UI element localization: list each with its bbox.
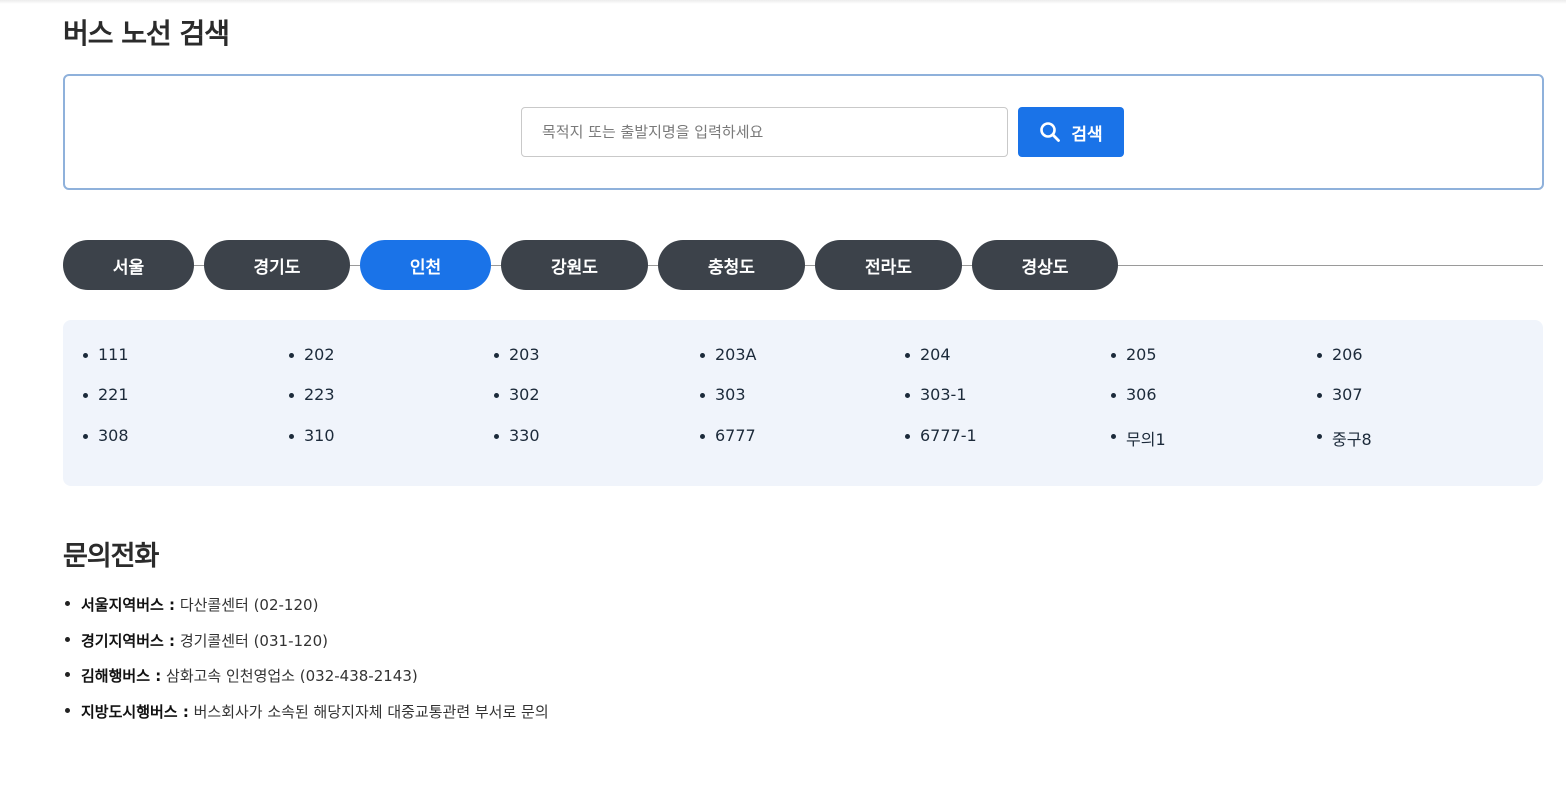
route-item[interactable]: 221 xyxy=(83,385,129,404)
header-divider xyxy=(0,0,1566,4)
route-item[interactable]: 330 xyxy=(494,426,540,445)
tab-incheon[interactable]: 인천 xyxy=(360,240,491,290)
route-item[interactable]: 무의1 xyxy=(1111,426,1166,450)
tab-label: 경기도 xyxy=(253,257,301,278)
route-item[interactable]: 302 xyxy=(494,385,540,404)
contact-label: 경기지역버스 : xyxy=(81,632,176,650)
route-item[interactable]: 308 xyxy=(83,426,129,445)
route-item[interactable]: 중구8 xyxy=(1317,426,1372,450)
contact-value: 다산콜센터 (02-120) xyxy=(179,596,319,614)
route-item[interactable]: 111 xyxy=(83,345,129,364)
contact-value: 삼화고속 인천영업소 (032-438-2143) xyxy=(166,667,418,685)
tab-label: 강원도 xyxy=(551,257,598,278)
search-button[interactable]: 검색 xyxy=(1018,107,1124,157)
tab-gyeonggi[interactable]: 경기도 xyxy=(204,240,350,290)
route-item[interactable]: 6777 xyxy=(700,426,756,445)
route-item[interactable]: 303 xyxy=(700,385,746,404)
route-item[interactable]: 203 xyxy=(494,345,540,364)
contact-title: 문의전화 xyxy=(63,541,159,572)
tab-label: 경상도 xyxy=(1021,257,1069,278)
route-item[interactable]: 310 xyxy=(289,426,335,445)
search-icon xyxy=(1039,121,1061,143)
contact-item: 김해행버스 : 삼화고속 인천영업소 (032-438-2143) xyxy=(65,665,418,686)
routes-panel: 111 202 203 203A 204 205 206 221 223 302… xyxy=(63,320,1543,486)
tab-label: 충청도 xyxy=(708,257,755,278)
contact-item: 서울지역버스 : 다산콜센터 (02-120) xyxy=(64,594,319,615)
route-item[interactable]: 205 xyxy=(1111,345,1157,364)
contact-value: 경기콜센터 (031-120) xyxy=(179,632,328,650)
contact-item: 지방도시행버스 : 버스회사가 소속된 해당지자체 대중교통관련 부서로 문의 xyxy=(65,701,549,722)
route-item[interactable]: 307 xyxy=(1317,385,1363,404)
route-item[interactable]: 203A xyxy=(699,345,756,364)
tab-label: 전라도 xyxy=(865,257,912,278)
contact-label: 김해행버스 : xyxy=(81,667,162,685)
tab-jeolla[interactable]: 전라도 xyxy=(815,240,962,290)
page-title: 버스 노선 검색 xyxy=(63,17,230,50)
tab-chungcheong[interactable]: 충청도 xyxy=(658,240,805,290)
contact-item: 경기지역버스 : 경기콜센터 (031-120) xyxy=(65,630,328,651)
route-item[interactable]: 223 xyxy=(289,385,335,404)
route-item[interactable]: 306 xyxy=(1111,385,1157,404)
tab-seoul[interactable]: 서울 xyxy=(63,240,194,290)
tab-label: 서울 xyxy=(112,257,145,278)
contact-label: 서울지역버스 : xyxy=(81,596,176,614)
route-item[interactable]: 202 xyxy=(289,345,335,364)
search-panel: 검색 xyxy=(63,74,1544,190)
tab-label: 인천 xyxy=(409,257,442,278)
contact-value: 버스회사가 소속된 해당지자체 대중교통관련 부서로 문의 xyxy=(193,703,549,721)
tab-gangwon[interactable]: 강원도 xyxy=(501,240,648,290)
route-item[interactable]: 206 xyxy=(1317,345,1363,364)
search-input[interactable] xyxy=(521,107,1008,157)
route-item[interactable]: 6777-1 xyxy=(905,426,977,445)
contact-label: 지방도시행버스 : xyxy=(81,703,189,721)
route-item[interactable]: 204 xyxy=(905,345,951,364)
tab-gyeongsang[interactable]: 경상도 xyxy=(972,240,1118,290)
route-item[interactable]: 303-1 xyxy=(905,385,967,404)
search-button-label: 검색 xyxy=(1071,124,1103,145)
